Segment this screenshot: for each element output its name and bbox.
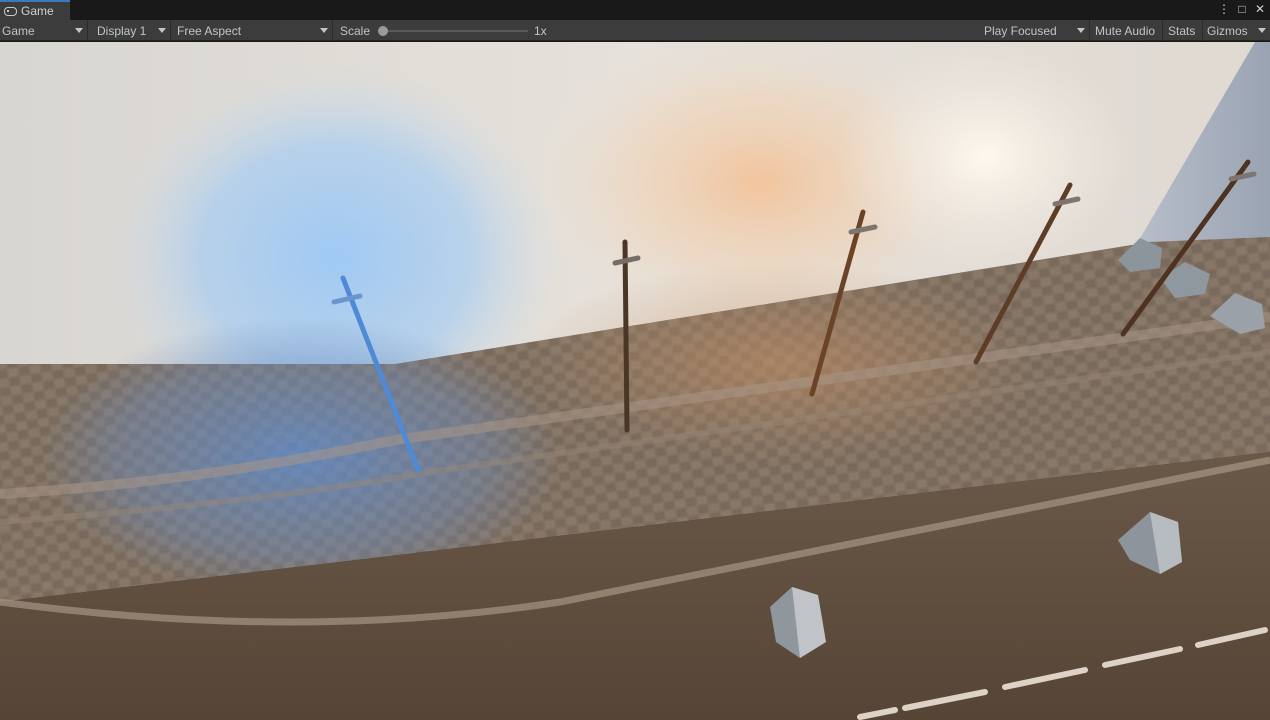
gizmos-dropdown[interactable]: Gizmos	[1205, 20, 1270, 41]
view-mode-label: Game	[2, 23, 35, 38]
game-toolbar: Game Display 1 Free Aspect Scale 1x Play…	[0, 20, 1270, 41]
display-label: Display 1	[97, 23, 147, 38]
pole-2	[622, 239, 630, 433]
chevron-down-icon	[158, 28, 166, 33]
tab-game-label: Game	[21, 4, 54, 18]
chevron-down-icon	[320, 28, 328, 33]
maximize-icon[interactable]: □	[1236, 2, 1248, 16]
close-icon[interactable]: ✕	[1254, 2, 1266, 16]
aspect-dropdown[interactable]: Free Aspect	[175, 20, 333, 41]
scale-value: 1x	[534, 23, 547, 38]
mute-audio-toggle[interactable]: Mute Audio	[1093, 20, 1163, 41]
tab-game[interactable]: Game	[0, 0, 70, 20]
play-mode-dropdown[interactable]: Play Focused	[982, 20, 1090, 41]
chevron-down-icon	[1258, 28, 1266, 33]
more-options-icon[interactable]: ⋮	[1218, 2, 1230, 16]
view-mode-dropdown[interactable]: Game	[0, 20, 88, 41]
play-mode-label: Play Focused	[984, 23, 1057, 38]
game-viewport[interactable]	[0, 42, 1270, 720]
aspect-label: Free Aspect	[177, 23, 242, 38]
chevron-down-icon	[75, 28, 83, 33]
tab-bar: Game ⋮ □ ✕	[0, 0, 1270, 20]
display-dropdown[interactable]: Display 1	[95, 20, 171, 41]
white-light-glow	[835, 42, 1135, 272]
scale-slider-thumb[interactable]	[378, 26, 388, 36]
scene-render	[0, 42, 1270, 720]
stats-toggle[interactable]: Stats	[1166, 20, 1203, 41]
scale-label: Scale	[340, 23, 371, 38]
window-controls: ⋮ □ ✕	[1218, 2, 1266, 16]
gamepad-icon	[4, 6, 17, 16]
scale-slider-track[interactable]	[380, 30, 528, 32]
chevron-down-icon	[1077, 28, 1085, 33]
